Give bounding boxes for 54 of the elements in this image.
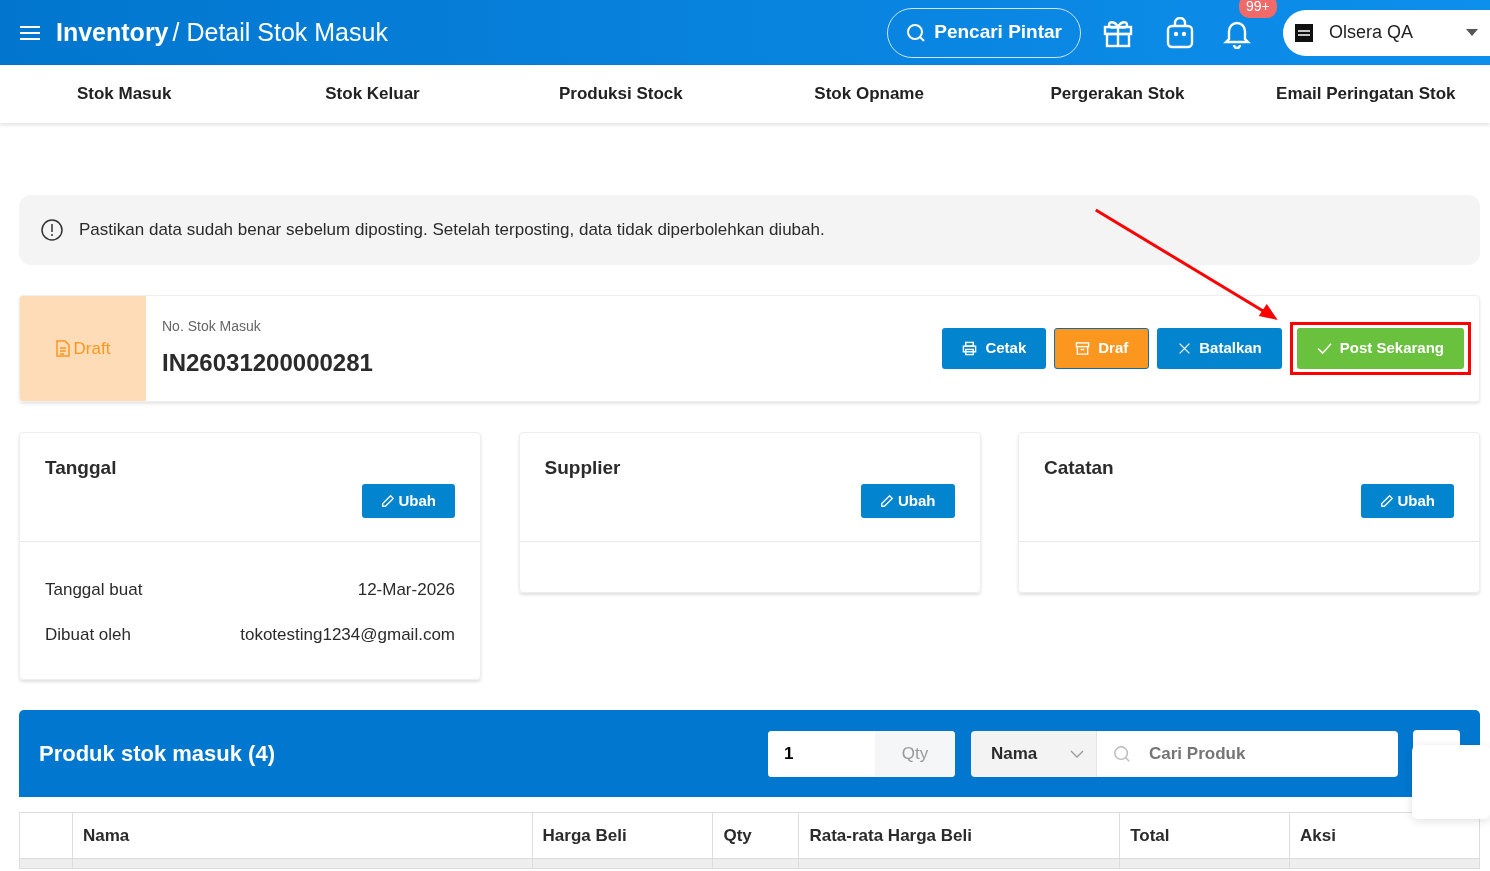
notification-badge: 99+ (1239, 0, 1277, 18)
store-logo-icon (1295, 23, 1313, 42)
section-title: Produk stok masuk (4) (39, 740, 275, 768)
info-value: tokotesting1234@gmail.com (240, 623, 455, 646)
edit-button[interactable]: Ubah (361, 483, 455, 518)
status-label: Draft (20, 296, 146, 401)
column-header: Harga Beli (532, 812, 713, 859)
product-search-field[interactable]: Cari Produk (1097, 730, 1398, 777)
close-icon (1178, 342, 1192, 355)
search-icon (1113, 744, 1131, 763)
tab[interactable]: Stok Masuk (0, 81, 249, 107)
printer-icon (962, 341, 978, 356)
search-by-select[interactable]: Nama (971, 730, 1097, 777)
card-title: Tanggal (45, 457, 118, 480)
pencil-icon (1379, 493, 1394, 508)
menu-icon[interactable] (20, 24, 40, 41)
info-value: 12-Mar-2026 (357, 578, 455, 601)
card-title: Catatan (1044, 457, 1115, 480)
search-icon (906, 22, 927, 43)
breadcrumb-link[interactable]: Inventory (56, 13, 169, 52)
pencil-icon (380, 493, 395, 508)
document-icon (55, 340, 70, 357)
column-header: Qty (713, 812, 799, 859)
column-header: Nama (72, 812, 533, 859)
alert-text: Pastikan data sudah benar sebelum diposting. Setelah terposting, data tidak diperbolehkan diubah. (79, 219, 825, 242)
info-label: Dibuat oleh (45, 623, 131, 646)
tab[interactable]: Pergerakan Stok (993, 81, 1242, 107)
print-button[interactable]: Cetak (942, 328, 1047, 369)
document-number: IN26031200000281 (162, 348, 373, 378)
cancel-button[interactable]: Batalkan (1157, 328, 1282, 369)
shopping-bag-icon[interactable] (1164, 16, 1196, 49)
column-header: Total (1119, 812, 1290, 859)
archive-icon (1075, 341, 1091, 356)
caret-icon (1466, 29, 1478, 36)
column-header: Rata-rata Harga Beli (798, 812, 1120, 859)
info-label: Tanggal buat (45, 578, 143, 601)
tab[interactable]: Stok Keluar (248, 81, 497, 107)
edit-button[interactable]: Ubah (861, 483, 955, 518)
qty-input-group[interactable]: 1 Qty (768, 730, 955, 777)
card-title: Supplier (544, 457, 622, 480)
edit-button[interactable]: Ubah (1360, 483, 1454, 518)
tab[interactable]: Stok Opname (745, 81, 994, 107)
field-label: No. Stok Masuk (162, 317, 262, 336)
qty-addon: Qty (875, 730, 955, 777)
column-header: Aksi (1289, 812, 1480, 859)
page-title: / Detail Stok Masuk (172, 16, 388, 48)
tab[interactable]: Email Peringatan Stok (1241, 81, 1490, 107)
info-icon (41, 219, 63, 241)
pencil-icon (880, 493, 894, 508)
check-icon (1316, 342, 1332, 355)
tab[interactable]: Produksi Stock (496, 81, 745, 107)
chevron-down-icon (1070, 749, 1084, 758)
store-selector[interactable]: Olsera QA (1283, 9, 1490, 56)
smart-search-button[interactable]: Pencari Pintar (887, 7, 1081, 58)
